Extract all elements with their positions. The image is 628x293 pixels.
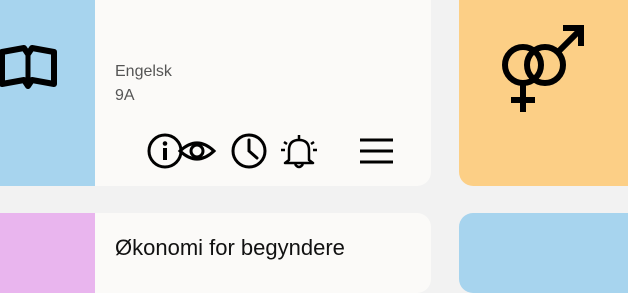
book-icon (0, 45, 57, 89)
course-card[interactable] (459, 213, 628, 293)
menu-icon[interactable] (357, 131, 397, 171)
course-thumbnail (0, 213, 95, 293)
course-card-okonomi[interactable]: Økonomi for begyndere (0, 213, 431, 293)
course-subject: Engelsk (115, 63, 172, 80)
alarm-bell-icon[interactable] (279, 131, 319, 171)
course-meta: Engelsk 9A (115, 60, 172, 108)
course-card-engelsk[interactable]: Engelsk 9A (0, 0, 431, 186)
course-title: Økonomi for begyndere (115, 235, 345, 260)
course-class: 9A (115, 87, 135, 104)
clock-icon[interactable] (229, 131, 269, 171)
course-card-gender[interactable] (459, 0, 628, 186)
course-thumbnail (0, 0, 95, 186)
eye-icon[interactable] (177, 131, 217, 171)
gender-symbols-icon (502, 25, 584, 112)
